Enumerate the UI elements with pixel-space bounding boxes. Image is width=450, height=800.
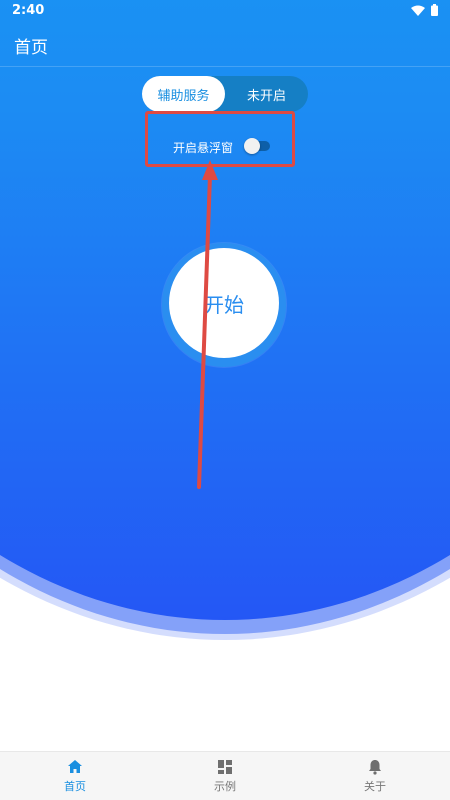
battery-icon: [431, 4, 438, 16]
segment-service-status[interactable]: 未开启: [225, 76, 308, 112]
home-icon: [68, 760, 82, 773]
floating-window-highlight: 开启悬浮窗: [145, 111, 295, 167]
page-title: 首页: [14, 38, 48, 58]
status-time: 2:40: [12, 3, 45, 18]
nav-label-home: 首页: [64, 780, 86, 793]
wifi-icon: [411, 5, 425, 16]
toggle-thumb: [244, 138, 260, 154]
nav-label-examples: 示例: [214, 780, 236, 793]
status-icons: [411, 4, 438, 16]
nav-item-home[interactable]: 首页: [0, 752, 150, 800]
floating-window-toggle[interactable]: [244, 138, 270, 154]
nav-label-about: 关于: [364, 780, 386, 793]
floating-window-label: 开启悬浮窗: [173, 141, 234, 155]
status-bar: 2:40: [0, 0, 450, 22]
bell-icon: [369, 760, 381, 775]
nav-item-examples[interactable]: 示例: [150, 752, 300, 800]
start-button[interactable]: 开始: [169, 248, 279, 358]
app-screen: 2:40 首页 辅助服务 未开启 开启悬浮窗 开始 首页 示例 关于: [0, 0, 450, 800]
app-bar: 首页: [0, 22, 450, 67]
service-segmented-control[interactable]: 辅助服务 未开启: [142, 76, 308, 112]
grid-icon: [218, 760, 232, 774]
bottom-navigation: 首页 示例 关于: [0, 751, 450, 800]
segment-accessibility-service[interactable]: 辅助服务: [142, 76, 225, 112]
nav-item-about[interactable]: 关于: [300, 752, 450, 800]
